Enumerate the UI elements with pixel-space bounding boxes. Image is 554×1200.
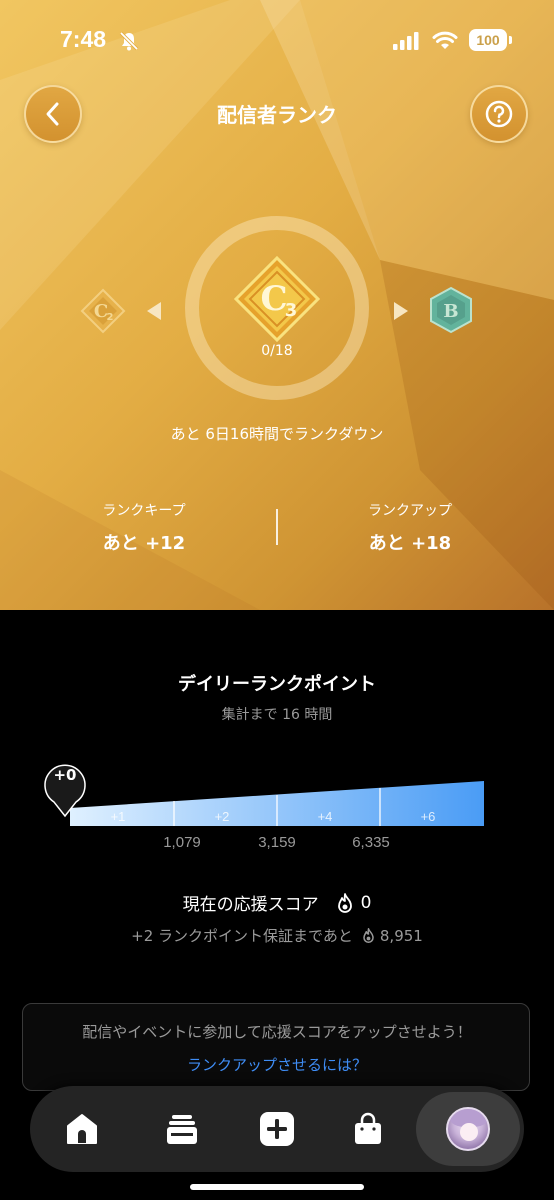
flame-icon (337, 892, 352, 913)
info-text: 配信やイベントに参加して応援スコアをアップさせよう！ (82, 1023, 472, 1041)
current-points-marker-text: +0 (53, 766, 77, 784)
home-indicator (190, 1184, 364, 1190)
rank-keep-stat: ランクキープ あと +12 (44, 500, 244, 555)
info-card: 配信やイベントに参加して応援スコアをアップさせよう！ ランクアップさせるには？ (22, 1003, 530, 1091)
status-time: 7:48 (60, 26, 107, 52)
nav-profile[interactable] (428, 1086, 508, 1172)
shopping-bag-icon (355, 1112, 381, 1144)
bell-muted-icon (119, 31, 139, 51)
plus-icon (260, 1112, 294, 1146)
app-root: 7:48 100 配信者ランク C 2 C 3 B 0/18 あと 6日16時間… (0, 0, 554, 1200)
daily-rank-title: デイリーランクポイント (178, 674, 376, 695)
rank-up-label: ランクアップ (368, 503, 452, 519)
help-button[interactable] (470, 85, 528, 143)
cards-icon (167, 1115, 197, 1144)
nav-create[interactable] (237, 1086, 317, 1172)
arrow-right-icon[interactable] (392, 300, 410, 322)
signal-icon (393, 32, 419, 50)
stat-divider (276, 509, 278, 545)
battery-indicator: 100 (469, 29, 507, 51)
avatar (446, 1107, 490, 1151)
segment-label-2: +2 (215, 809, 230, 824)
rank-badge-next[interactable]: B (427, 286, 475, 334)
rank-keep-value: あと +12 (102, 533, 186, 554)
daily-rank-subtitle: 集計まで 16 時間 (221, 707, 333, 723)
next-badge-letter: B (443, 301, 458, 322)
current-badge-letter: C (260, 279, 287, 319)
nav-home[interactable] (42, 1086, 122, 1172)
arrow-left-icon[interactable] (145, 300, 163, 322)
rank-down-countdown: あと 6日16時間でランクダウン (170, 425, 384, 443)
daily-points-scale: +1 +2 +4 +6 (44, 764, 484, 826)
rank-up-stat: ランクアップ あと +18 (310, 500, 510, 555)
flame-small-icon (363, 928, 374, 943)
rank-badge-current: C 3 (234, 256, 320, 342)
guarantee-row: +2 ランクポイント保証まであと 8,951 (0, 925, 554, 946)
rank-keep-label: ランクキープ (102, 503, 186, 519)
prev-badge-sub: 2 (107, 312, 114, 323)
segment-label-1: +1 (111, 809, 126, 824)
rank-up-value: あと +18 (368, 533, 452, 554)
rank-progress-text: 0/18 (261, 343, 293, 359)
segment-label-3: +4 (318, 809, 333, 824)
nav-cards[interactable] (142, 1086, 222, 1172)
support-score-row: 現在の応援スコア 0 (0, 890, 554, 916)
threshold-label-3: 6,335 (352, 834, 390, 851)
status-bar: 7:48 100 (0, 0, 554, 80)
support-score-value: 0 (360, 892, 372, 913)
rank-badge-prev[interactable]: C 2 (80, 288, 126, 334)
bottom-nav (30, 1086, 524, 1172)
guarantee-value: 8,951 (379, 926, 423, 945)
rank-header-panel: 7:48 100 配信者ランク C 2 C 3 B 0/18 あと 6日16時間… (0, 0, 554, 610)
wifi-icon (432, 31, 458, 49)
threshold-label-1: 1,079 (163, 834, 201, 851)
segment-label-4: +6 (421, 809, 436, 824)
question-icon (485, 100, 513, 128)
nav-shop[interactable] (328, 1086, 408, 1172)
guarantee-text: +2 ランクポイント保証まであと (131, 927, 353, 945)
avatar-face (460, 1123, 478, 1141)
battery-tip (509, 36, 512, 44)
rank-up-tips-link[interactable]: ランクアップさせるには？ (23, 1054, 531, 1075)
home-icon (67, 1114, 97, 1144)
support-score-label: 現在の応援スコア (182, 895, 319, 915)
threshold-label-2: 3,159 (258, 834, 296, 851)
current-badge-sub: 3 (285, 300, 298, 321)
